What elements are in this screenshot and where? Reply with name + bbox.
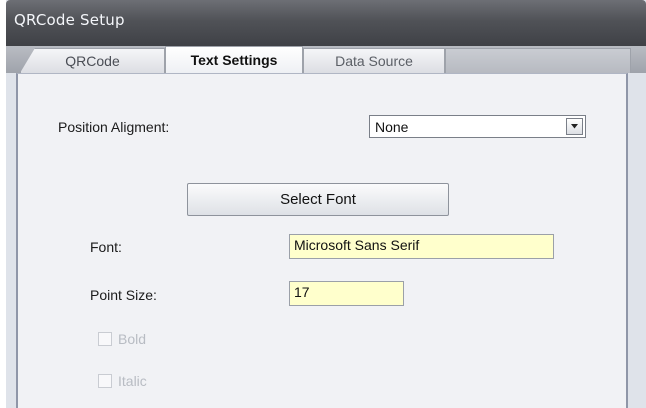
position-alignment-value: None — [375, 119, 409, 135]
font-name-field[interactable]: Microsoft Sans Serif — [289, 234, 554, 259]
italic-checkbox[interactable]: Italic — [98, 373, 147, 389]
select-font-button[interactable]: Select Font — [187, 183, 449, 216]
tab-data-source[interactable]: Data Source — [303, 48, 445, 73]
tab-strip: QRCode Text Settings Data Source — [6, 46, 646, 73]
tab-strip-filler — [445, 48, 631, 73]
point-size-field[interactable]: 17 — [289, 281, 404, 306]
position-alignment-dropdown[interactable]: None — [369, 115, 586, 138]
bold-label: Bold — [118, 331, 147, 347]
point-size-label: Point Size: — [90, 287, 157, 303]
text-settings-panel: Position Aligment: None Select Font Font… — [16, 73, 628, 408]
tab-qrcode[interactable]: QRCode — [20, 48, 165, 73]
tab-text-settings[interactable]: Text Settings — [165, 46, 303, 73]
position-alignment-label: Position Aligment: — [58, 119, 170, 135]
qrcode-setup-window: QRCode Setup QRCode Text Settings Data S… — [6, 0, 646, 408]
italic-label: Italic — [118, 373, 147, 389]
bold-checkbox-box[interactable] — [98, 332, 112, 346]
window-title: QRCode Setup — [14, 11, 125, 29]
dropdown-arrow-icon[interactable] — [566, 118, 583, 135]
italic-checkbox-box[interactable] — [98, 374, 112, 388]
bold-checkbox[interactable]: Bold — [98, 331, 146, 347]
title-bar[interactable]: QRCode Setup — [6, 0, 646, 46]
font-label: Font: — [90, 239, 122, 255]
